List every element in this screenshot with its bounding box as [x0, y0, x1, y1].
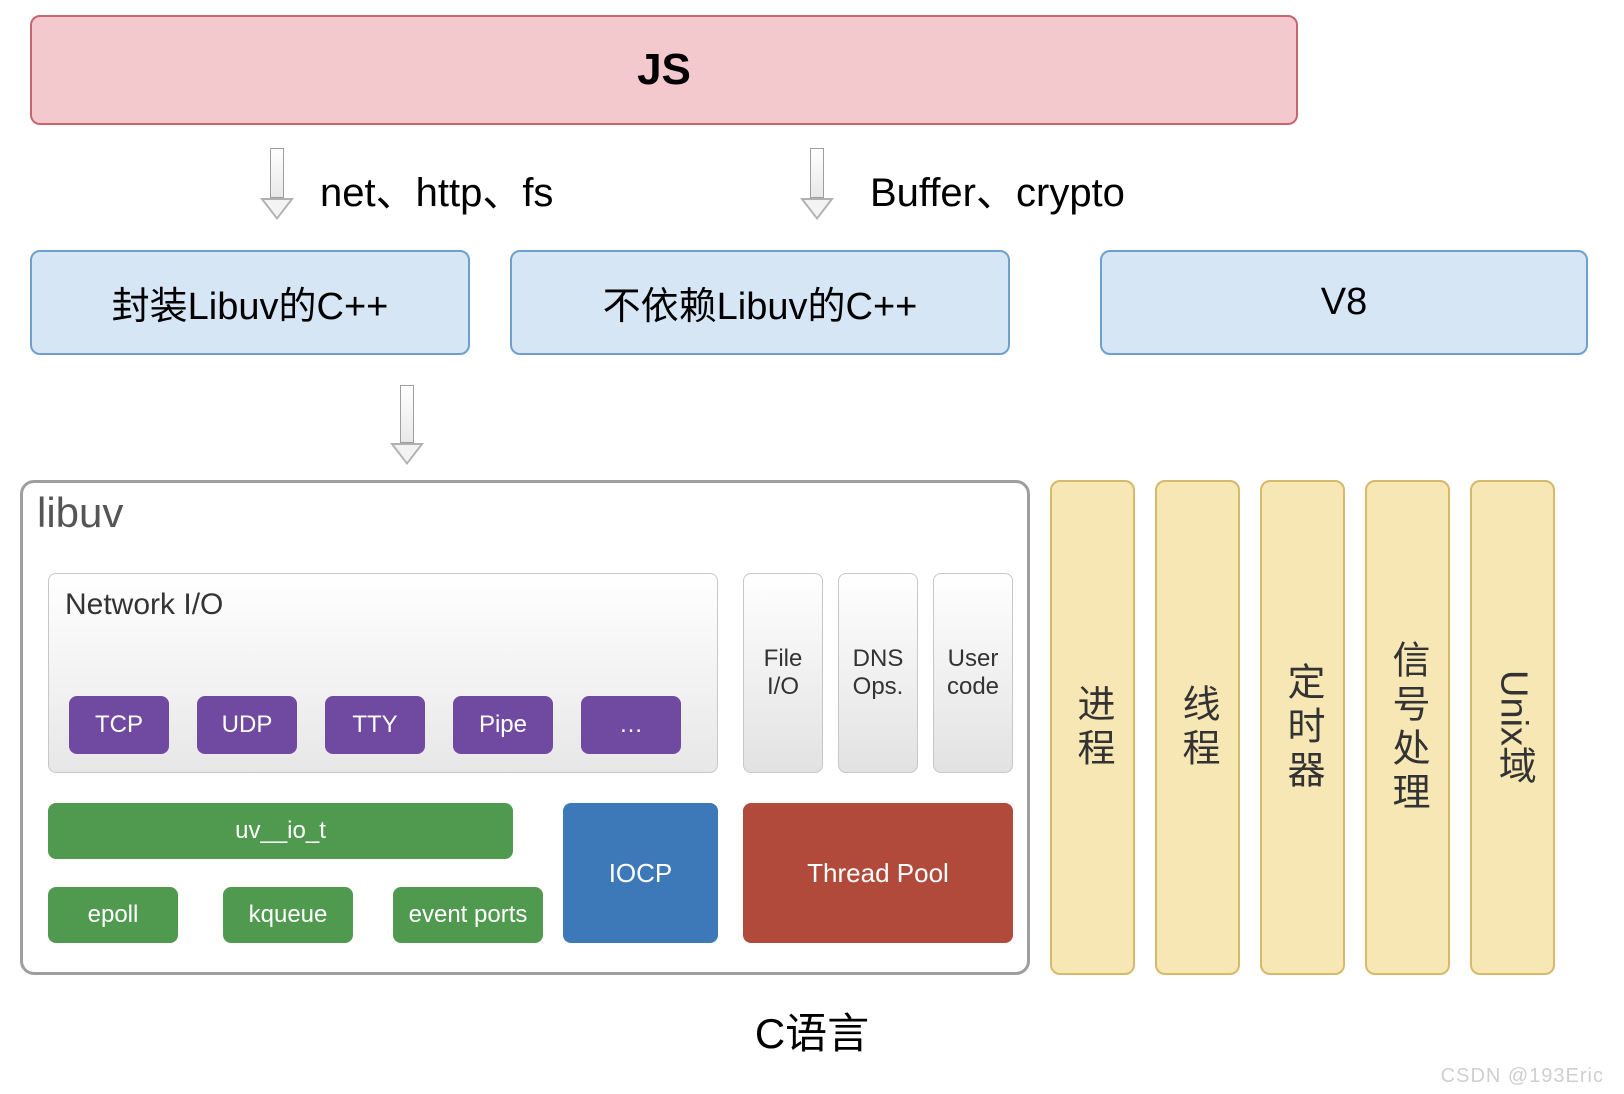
- edge-label-net-http-fs: net、http、fs: [320, 160, 553, 218]
- network-io-block: Network I/O TCP UDP TTY Pipe …: [48, 573, 718, 773]
- os-col-process: 进程: [1050, 480, 1135, 975]
- network-io-label: Network I/O: [65, 588, 223, 622]
- libuv-title: libuv: [37, 489, 123, 537]
- v8-box: V8: [1100, 250, 1588, 355]
- protocol-ellipsis: …: [581, 696, 681, 754]
- file-io-block: File I/O: [743, 573, 823, 773]
- kqueue-block: kqueue: [223, 887, 353, 943]
- iocp-block: IOCP: [563, 803, 718, 943]
- no-libuv-cpp-box: 不依赖Libuv的C++: [510, 250, 1010, 355]
- event-ports-block: event ports: [393, 887, 543, 943]
- c-language-label: C语言: [0, 1000, 1624, 1061]
- arrow-wrapped-to-libuv: [390, 385, 424, 465]
- user-code-block: User code: [933, 573, 1013, 773]
- os-col-thread: 线程: [1155, 480, 1240, 975]
- edge-label-buffer-crypto: Buffer、crypto: [870, 160, 1125, 218]
- protocol-udp: UDP: [197, 696, 297, 754]
- protocol-tcp: TCP: [69, 696, 169, 754]
- protocol-tty: TTY: [325, 696, 425, 754]
- arrow-js-to-no-libuv: [800, 148, 834, 220]
- libuv-container: libuv Network I/O TCP UDP TTY Pipe … Fil…: [20, 480, 1030, 975]
- os-col-unix-domain: Unix域: [1470, 480, 1555, 975]
- thread-pool-block: Thread Pool: [743, 803, 1013, 943]
- dns-ops-block: DNS Ops.: [838, 573, 918, 773]
- protocol-row: TCP UDP TTY Pipe …: [69, 696, 681, 754]
- protocol-pipe: Pipe: [453, 696, 553, 754]
- wrapped-libuv-cpp-box: 封装Libuv的C++: [30, 250, 470, 355]
- watermark: CSDN @193Eric: [1441, 1065, 1604, 1088]
- os-col-timer: 定时器: [1260, 480, 1345, 975]
- js-layer-box: JS: [30, 15, 1298, 125]
- epoll-block: epoll: [48, 887, 178, 943]
- uv-io-t-block: uv__io_t: [48, 803, 513, 859]
- arrow-js-to-wrapped: [260, 148, 294, 220]
- os-col-signal: 信号处理: [1365, 480, 1450, 975]
